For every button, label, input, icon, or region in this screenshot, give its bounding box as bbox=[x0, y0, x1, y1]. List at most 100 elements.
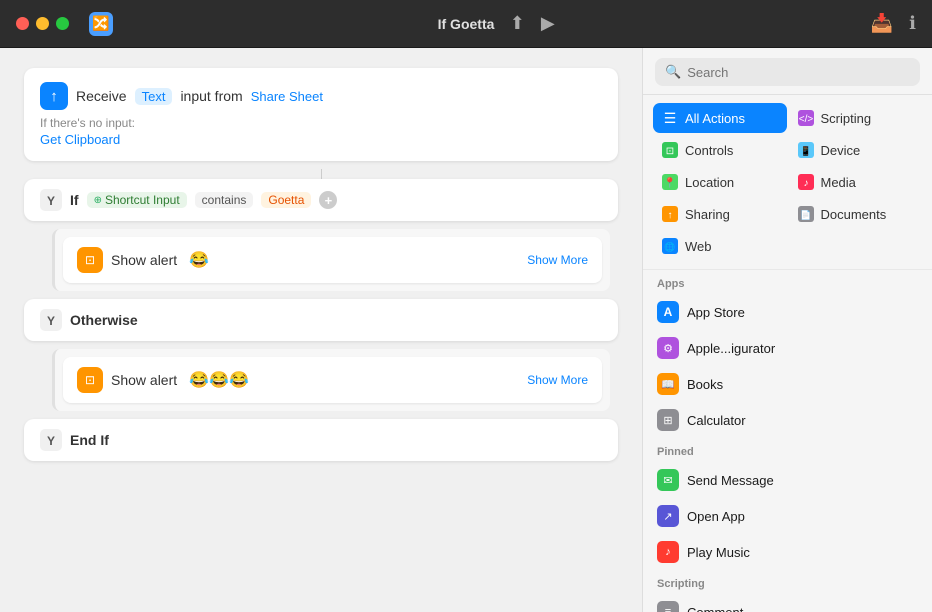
show-alert-1-icon: ⊡ bbox=[77, 247, 103, 273]
location-icon: 📍 bbox=[661, 173, 679, 191]
if-true-branch: ⊡ Show alert 😂 Show More bbox=[52, 229, 610, 291]
app-icon: 🔀 bbox=[89, 12, 113, 36]
shortcut-input-label: Shortcut Input bbox=[105, 193, 180, 207]
action-item-app-store[interactable]: A App Store bbox=[643, 294, 932, 330]
media-icon: ♪ bbox=[797, 173, 815, 191]
media-label: Media bbox=[821, 175, 856, 190]
svg-text:📄: 📄 bbox=[800, 209, 811, 220]
otherwise-card: Y Otherwise bbox=[24, 299, 618, 341]
add-action-button[interactable]: 📥 bbox=[871, 13, 893, 34]
category-location[interactable]: 📍 Location bbox=[653, 167, 787, 197]
show-alert-1-left: ⊡ Show alert 😂 bbox=[77, 247, 209, 273]
action-item-calculator[interactable]: ⊞ Calculator bbox=[643, 402, 932, 438]
if-label: If bbox=[70, 192, 79, 208]
svg-text:📱: 📱 bbox=[800, 145, 811, 156]
controls-icon: ⊡ bbox=[661, 141, 679, 159]
comment-icon: ≡ bbox=[657, 601, 679, 612]
location-label: Location bbox=[685, 175, 734, 190]
pinned-section-header: Pinned bbox=[643, 438, 932, 462]
end-if-icon: Y bbox=[40, 429, 62, 451]
action-item-comment[interactable]: ≡ Comment bbox=[643, 594, 932, 612]
receive-icon: ↑ bbox=[40, 82, 68, 110]
category-all-actions[interactable]: ☰ All Actions bbox=[653, 103, 787, 133]
category-device[interactable]: 📱 Device bbox=[789, 135, 923, 165]
category-documents[interactable]: 📄 Documents bbox=[789, 199, 923, 229]
play-music-label: Play Music bbox=[687, 545, 750, 560]
action-item-books[interactable]: 📖 Books bbox=[643, 366, 932, 402]
search-box[interactable]: 🔍 bbox=[655, 58, 920, 86]
action-item-send-message[interactable]: ✉ Send Message bbox=[643, 462, 932, 498]
shortcut-input-token[interactable]: ⊕ Shortcut Input bbox=[87, 192, 187, 208]
goetta-token[interactable]: Goetta bbox=[261, 192, 311, 208]
web-label: Web bbox=[685, 239, 712, 254]
device-label: Device bbox=[821, 143, 861, 158]
comment-label: Comment bbox=[687, 605, 743, 612]
app-store-label: App Store bbox=[687, 305, 745, 320]
action-item-apple-configurator[interactable]: ⚙ Apple...igurator bbox=[643, 330, 932, 366]
divider-1 bbox=[321, 169, 322, 179]
add-condition-button[interactable]: + bbox=[319, 191, 337, 209]
scripting-section-header: Scripting bbox=[643, 570, 932, 594]
show-alert-2-left: ⊡ Show alert 😂😂😂 bbox=[77, 367, 249, 393]
send-message-icon: ✉ bbox=[657, 469, 679, 491]
apple-configurator-label: Apple...igurator bbox=[687, 341, 775, 356]
svg-text:↑: ↑ bbox=[668, 210, 673, 221]
svg-text:Y: Y bbox=[47, 194, 55, 208]
show-alert-2-emoji: 😂😂😂 bbox=[189, 370, 249, 390]
otherwise-branch: ⊡ Show alert 😂😂😂 Show More bbox=[52, 349, 610, 411]
titlebar: 🔀 If Goetta ⬆ ▶ 📥 ℹ bbox=[0, 0, 932, 48]
minimize-button[interactable] bbox=[36, 17, 49, 30]
apple-configurator-icon: ⚙ bbox=[657, 337, 679, 359]
share-sheet-link[interactable]: Share Sheet bbox=[251, 89, 323, 104]
action-item-open-app[interactable]: ↗ Open App bbox=[643, 498, 932, 534]
show-alert-1-label: Show alert bbox=[111, 252, 177, 268]
input-from-label: input from bbox=[180, 88, 242, 104]
search-input[interactable] bbox=[687, 65, 910, 80]
get-clipboard-link[interactable]: Get Clipboard bbox=[40, 132, 602, 147]
category-scripting[interactable]: </> Scripting bbox=[789, 103, 923, 133]
show-more-2-button[interactable]: Show More bbox=[527, 373, 588, 387]
share-button[interactable]: ⬆ bbox=[510, 13, 525, 34]
show-alert-1-card: ⊡ Show alert 😂 Show More bbox=[63, 237, 602, 283]
search-area: 🔍 bbox=[643, 48, 932, 95]
all-actions-icon: ☰ bbox=[661, 109, 679, 127]
search-icon: 🔍 bbox=[665, 64, 681, 80]
svg-text:Y: Y bbox=[47, 314, 55, 328]
info-button[interactable]: ℹ bbox=[909, 13, 916, 34]
otherwise-icon: Y bbox=[40, 309, 62, 331]
sidebar-content: Apps A App Store ⚙ Apple...igurator 📖 Bo… bbox=[643, 270, 932, 612]
text-token[interactable]: Text bbox=[135, 88, 173, 105]
web-icon: 🌐 bbox=[661, 237, 679, 255]
play-music-icon: ♪ bbox=[657, 541, 679, 563]
category-sharing[interactable]: ↑ Sharing bbox=[653, 199, 787, 229]
scripting-label: Scripting bbox=[821, 111, 872, 126]
category-web[interactable]: 🌐 Web bbox=[653, 231, 787, 261]
category-media[interactable]: ♪ Media bbox=[789, 167, 923, 197]
documents-icon: 📄 bbox=[797, 205, 815, 223]
action-item-play-music[interactable]: ♪ Play Music bbox=[643, 534, 932, 570]
contains-token[interactable]: contains bbox=[195, 192, 254, 208]
svg-text:♪: ♪ bbox=[803, 178, 808, 189]
documents-label: Documents bbox=[821, 207, 887, 222]
all-actions-label: All Actions bbox=[685, 111, 745, 126]
run-button[interactable]: ▶ bbox=[541, 13, 555, 34]
show-more-1-button[interactable]: Show More bbox=[527, 253, 588, 267]
if-card: Y If ⊕ Shortcut Input contains Goetta + bbox=[24, 179, 618, 221]
traffic-lights bbox=[16, 17, 69, 30]
books-icon: 📖 bbox=[657, 373, 679, 395]
receive-label: Receive bbox=[76, 88, 127, 104]
close-button[interactable] bbox=[16, 17, 29, 30]
actions-sidebar: 🔍 ☰ All Actions </> Scripting ⊡ bbox=[642, 48, 932, 612]
otherwise-label: Otherwise bbox=[70, 312, 138, 328]
show-alert-2-card: ⊡ Show alert 😂😂😂 Show More bbox=[63, 357, 602, 403]
calculator-icon: ⊞ bbox=[657, 409, 679, 431]
end-if-label: End If bbox=[70, 432, 109, 448]
category-controls[interactable]: ⊡ Controls bbox=[653, 135, 787, 165]
controls-label: Controls bbox=[685, 143, 733, 158]
svg-text:</>: </> bbox=[798, 114, 813, 125]
if-row: Y If ⊕ Shortcut Input contains Goetta + bbox=[40, 189, 602, 211]
main-content: ↑ Receive Text input from Share Sheet If… bbox=[0, 48, 932, 612]
categories-grid: ☰ All Actions </> Scripting ⊡ Controls 📱 bbox=[643, 95, 932, 270]
send-message-label: Send Message bbox=[687, 473, 774, 488]
maximize-button[interactable] bbox=[56, 17, 69, 30]
